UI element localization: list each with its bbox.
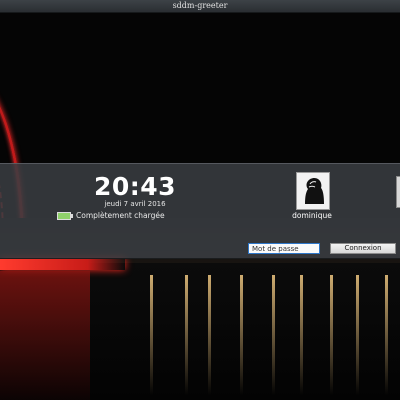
light-reflection	[272, 275, 275, 395]
username-label: dominique	[292, 211, 332, 220]
window-titlebar[interactable]: sddm-greeter	[0, 0, 400, 13]
battery-status: Complètement chargée	[57, 210, 165, 221]
red-lights	[0, 258, 125, 270]
window-title: sddm-greeter	[172, 1, 228, 10]
next-user-button[interactable]	[396, 176, 400, 208]
light-reflection	[356, 275, 359, 395]
light-reflection	[240, 275, 243, 395]
light-reflection	[385, 275, 388, 395]
red-reflection	[0, 271, 90, 400]
connect-button[interactable]: Connexion	[330, 243, 396, 254]
user-avatar[interactable]	[296, 172, 330, 210]
light-reflection	[300, 275, 303, 395]
light-reflection	[185, 275, 188, 395]
clock-time: 20:43	[93, 172, 177, 201]
user-silhouette-icon	[305, 177, 324, 204]
light-reflection	[330, 275, 333, 395]
light-reflection	[150, 275, 153, 395]
light-reflection	[208, 275, 211, 395]
clock-date: jeudi 7 avril 2016	[104, 200, 166, 208]
battery-full-icon	[57, 211, 73, 220]
password-input[interactable]	[248, 243, 320, 254]
battery-label: Complètement chargée	[76, 211, 165, 220]
